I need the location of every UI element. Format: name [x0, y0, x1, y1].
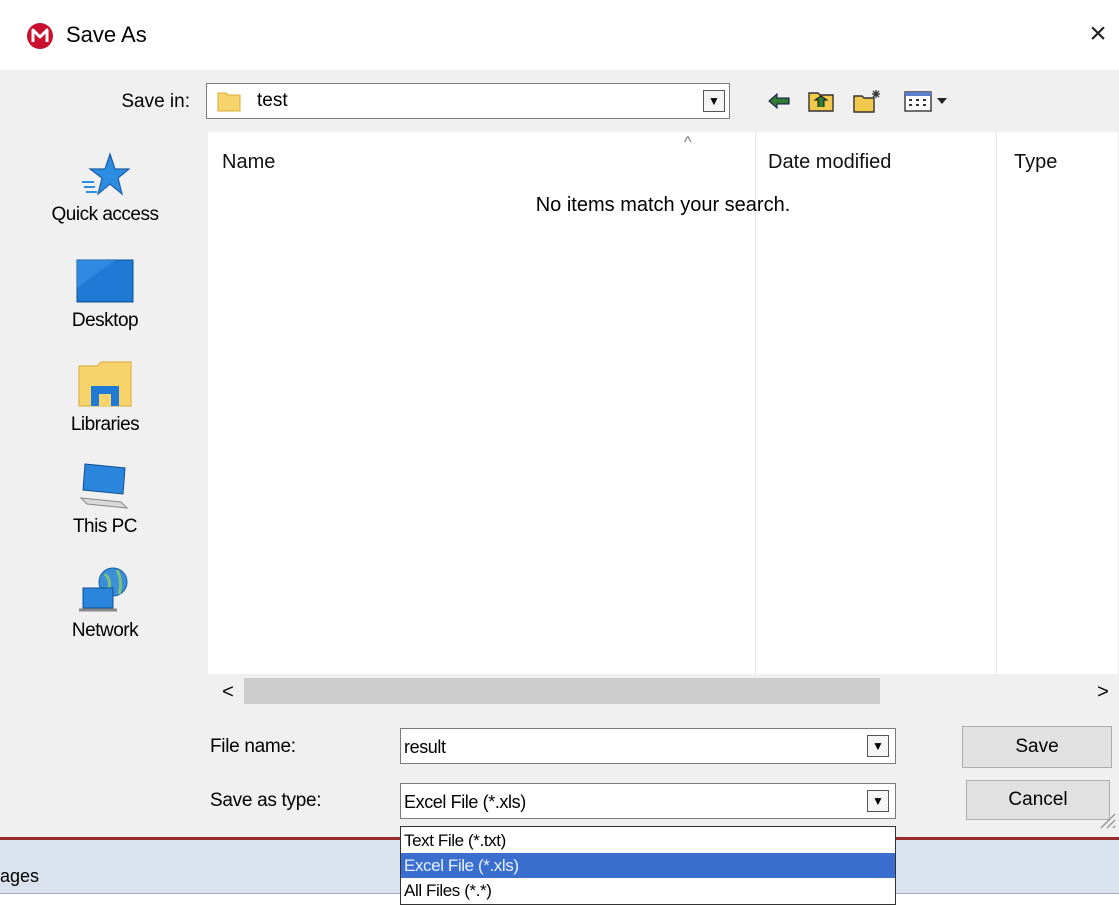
save-in-value: test: [257, 90, 288, 111]
place-desktop[interactable]: Desktop: [0, 258, 210, 332]
column-header-date-modified[interactable]: Date modified: [768, 151, 891, 174]
horizontal-scrollbar[interactable]: < >: [208, 674, 1119, 710]
title-bar: Save As ×: [0, 0, 1119, 70]
folder-icon: [217, 92, 241, 112]
chevron-down-icon[interactable]: ▼: [703, 90, 725, 112]
column-header-name[interactable]: Name: [222, 151, 275, 174]
this-pc-icon: [79, 463, 129, 509]
save-as-type-label: Save as type:: [210, 790, 322, 811]
place-this-pc[interactable]: This PC: [0, 462, 210, 538]
up-folder-icon[interactable]: [806, 86, 836, 116]
view-menu-icon[interactable]: [900, 86, 954, 116]
background-window-tab: ages: [0, 866, 40, 886]
place-libraries[interactable]: Libraries: [0, 360, 210, 436]
file-list[interactable]: ^ Name Date modified Type No items match…: [208, 132, 1118, 674]
desktop-icon: [76, 259, 134, 303]
chevron-down-icon[interactable]: ▼: [867, 735, 889, 757]
place-label: Desktop: [71, 310, 139, 331]
file-name-combobox[interactable]: result ▼: [400, 728, 896, 764]
places-bar: Quick access Desktop Libraries This PC N…: [0, 130, 200, 675]
dropdown-option-excel-file[interactable]: Excel File (*.xls): [401, 853, 895, 878]
place-label: Libraries: [70, 414, 140, 435]
column-header-type[interactable]: Type: [1014, 151, 1057, 174]
file-name-label: File name:: [210, 736, 296, 757]
network-icon: [79, 567, 128, 612]
place-quick-access[interactable]: Quick access: [0, 152, 210, 226]
save-button[interactable]: Save: [962, 726, 1112, 768]
quick-access-star-icon: [82, 152, 130, 196]
dropdown-option-all-files[interactable]: All Files (*.*): [401, 878, 895, 903]
app-logo-icon: [27, 23, 53, 49]
back-arrow-icon[interactable]: [764, 86, 794, 116]
empty-list-message: No items match your search.: [535, 194, 791, 216]
chevron-down-icon[interactable]: ▼: [867, 790, 889, 812]
scrollbar-thumb[interactable]: [244, 678, 880, 704]
place-network[interactable]: Network: [0, 564, 210, 642]
place-label: This PC: [72, 516, 138, 537]
dropdown-option-text-file[interactable]: Text File (*.txt): [401, 828, 895, 853]
libraries-icon: [78, 361, 132, 407]
save-in-combobox[interactable]: test ▼: [206, 83, 730, 119]
place-label: Network: [71, 620, 139, 641]
dialog-title: Save As: [66, 22, 147, 47]
save-in-label: Save in:: [121, 91, 190, 112]
cancel-button[interactable]: Cancel: [966, 780, 1110, 820]
save-as-type-value: Excel File (*.xls): [404, 792, 526, 812]
scroll-right-icon[interactable]: >: [1091, 678, 1115, 706]
save-as-type-combobox[interactable]: Excel File (*.xls) ▼: [400, 783, 896, 819]
new-folder-icon[interactable]: [852, 86, 882, 116]
sort-ascending-icon: ^: [684, 134, 692, 151]
scroll-left-icon[interactable]: <: [216, 678, 240, 706]
file-name-value: result: [404, 737, 446, 757]
close-button[interactable]: ×: [1080, 16, 1116, 52]
place-label: Quick access: [51, 204, 159, 225]
save-as-type-dropdown-list[interactable]: Text File (*.txt) Excel File (*.xls) All…: [400, 826, 896, 905]
resize-grip-icon[interactable]: [1095, 808, 1117, 830]
